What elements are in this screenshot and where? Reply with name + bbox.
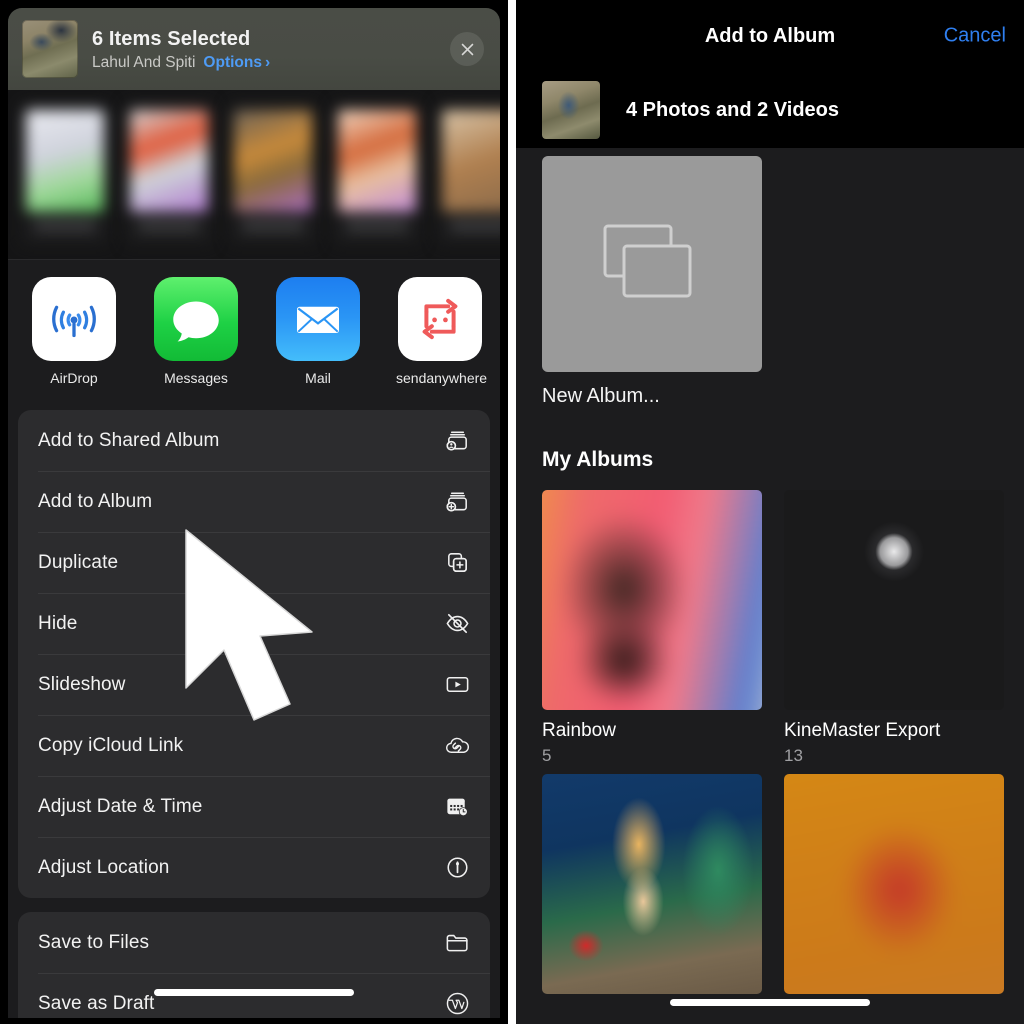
share-app-label: Messages bbox=[164, 369, 228, 386]
selected-photos-preview-strip[interactable] bbox=[8, 90, 500, 260]
panel-divider bbox=[508, 0, 516, 1024]
screenshot-root: 6 Items Selected Lahul And Spiti Options… bbox=[0, 0, 1024, 1024]
action-label: Copy iCloud Link bbox=[38, 734, 184, 756]
location-pin-icon bbox=[442, 853, 472, 883]
action-add-to-shared-album[interactable]: Add to Shared Album bbox=[18, 410, 490, 471]
action-label: Add to Shared Album bbox=[38, 429, 220, 451]
album-item-4[interactable] bbox=[784, 774, 1004, 994]
close-icon bbox=[461, 43, 473, 55]
action-label: Adjust Location bbox=[38, 856, 170, 878]
album-thumbnail bbox=[542, 774, 762, 994]
options-label: Options bbox=[203, 53, 262, 71]
action-label: Adjust Date & Time bbox=[38, 795, 203, 817]
share-sheet: 6 Items Selected Lahul And Spiti Options… bbox=[8, 8, 500, 1018]
action-save-to-files[interactable]: Save to Files bbox=[18, 912, 490, 973]
action-copy-icloud-link[interactable]: Copy iCloud Link bbox=[18, 715, 490, 776]
options-button[interactable]: Options › bbox=[203, 54, 270, 72]
action-label: Save to Files bbox=[38, 931, 150, 953]
share-sheet-subtitle-row: Lahul And Spiti Options › bbox=[92, 54, 450, 72]
action-adjust-date-time[interactable]: Adjust Date & Time bbox=[18, 776, 490, 837]
right-panel-add-to-album: Add to Album Cancel 4 Photos and 2 Video… bbox=[516, 0, 1024, 1024]
preview-thumbnail[interactable] bbox=[20, 101, 110, 246]
new-album-label: New Album... bbox=[542, 385, 660, 407]
left-panel-share-sheet: 6 Items Selected Lahul And Spiti Options… bbox=[0, 0, 508, 1024]
cancel-button[interactable]: Cancel bbox=[944, 25, 1006, 48]
airdrop-icon bbox=[32, 276, 116, 361]
selection-title: 6 Items Selected bbox=[92, 27, 251, 50]
share-app-label: sendanywhere bbox=[396, 369, 488, 386]
preview-thumbnail[interactable] bbox=[228, 101, 318, 246]
action-label: Hide bbox=[38, 612, 78, 634]
album-count: 5 bbox=[542, 746, 552, 765]
navigation-bar: Add to Album Cancel bbox=[516, 0, 1024, 72]
share-apps-row[interactable]: AirDrop Messages Mail sendanywhere bbox=[8, 260, 500, 402]
close-button[interactable] bbox=[450, 32, 484, 66]
wordpress-icon bbox=[442, 989, 472, 1019]
folder-icon bbox=[442, 928, 472, 958]
action-hide[interactable]: Hide bbox=[18, 593, 490, 654]
album-thumbnail bbox=[542, 490, 762, 710]
action-group-save: Save to Files Save as Draft bbox=[18, 912, 490, 1018]
hide-eye-slash-icon bbox=[442, 609, 472, 639]
chevron-right-icon: › bbox=[264, 53, 271, 71]
album-thumbnail bbox=[784, 490, 1004, 710]
action-label: Slideshow bbox=[38, 673, 126, 695]
shared-album-icon bbox=[442, 426, 472, 456]
album-name: KineMaster Export bbox=[784, 720, 941, 741]
page-title: Add to Album bbox=[704, 24, 836, 47]
new-album-button[interactable] bbox=[542, 156, 762, 372]
share-app-label: AirDrop bbox=[50, 369, 98, 386]
preview-thumbnail[interactable] bbox=[332, 101, 422, 246]
photo-thumbnail bbox=[22, 20, 78, 78]
action-label: Duplicate bbox=[38, 551, 119, 573]
action-group-photos: Add to Shared Album Add to Album Duplica… bbox=[18, 410, 490, 898]
share-sheet-titles: 6 Items Selected Lahul And Spiti Options… bbox=[92, 27, 450, 72]
album-name: Rainbow bbox=[542, 720, 616, 741]
share-app-label: Mail bbox=[305, 369, 331, 386]
action-add-to-album[interactable]: Add to Album bbox=[18, 471, 490, 532]
share-app-messages[interactable]: Messages bbox=[152, 276, 240, 386]
selection-summary-bar: 4 Photos and 2 Videos bbox=[516, 72, 1024, 148]
section-title-my-albums: My Albums bbox=[542, 448, 654, 471]
home-indicator bbox=[154, 989, 354, 996]
share-sheet-header: 6 Items Selected Lahul And Spiti Options… bbox=[8, 8, 500, 90]
action-label: Add to Album bbox=[38, 490, 153, 512]
share-app-mail[interactable]: Mail bbox=[274, 276, 362, 386]
share-app-sendanywhere[interactable]: sendanywhere bbox=[396, 276, 488, 386]
new-album-block: New Album... bbox=[542, 148, 1024, 408]
new-album-stack-icon bbox=[603, 224, 692, 298]
album-count: 13 bbox=[784, 746, 803, 765]
home-indicator bbox=[670, 999, 870, 1006]
album-item-3[interactable] bbox=[542, 774, 762, 994]
album-source-label: Lahul And Spiti bbox=[92, 53, 196, 71]
share-actions-list: Add to Shared Album Add to Album Duplica… bbox=[8, 402, 500, 1018]
album-grid: Rainbow 5 KineMaster Export 13 bbox=[542, 490, 1024, 994]
slideshow-play-icon bbox=[442, 670, 472, 700]
photo-thumbnail bbox=[542, 81, 600, 139]
mail-icon bbox=[276, 276, 360, 361]
add-to-album-icon bbox=[442, 487, 472, 517]
action-adjust-location[interactable]: Adjust Location bbox=[18, 837, 490, 898]
action-slideshow[interactable]: Slideshow bbox=[18, 654, 490, 715]
messages-icon bbox=[154, 276, 238, 361]
preview-thumbnail[interactable] bbox=[436, 101, 500, 246]
selection-summary-label: 4 Photos and 2 Videos bbox=[626, 98, 840, 121]
sendanywhere-icon bbox=[398, 276, 482, 361]
share-app-airdrop[interactable]: AirDrop bbox=[30, 276, 118, 386]
duplicate-icon bbox=[442, 548, 472, 578]
album-thumbnail bbox=[784, 774, 1004, 994]
preview-thumbnail[interactable] bbox=[124, 101, 214, 246]
albums-scroll-area[interactable]: New Album... My Albums Rainbow 5 KineMas… bbox=[516, 148, 1024, 1024]
album-item-rainbow[interactable]: Rainbow 5 bbox=[542, 490, 762, 766]
album-item-kinemaster-export[interactable]: KineMaster Export 13 bbox=[784, 490, 1004, 766]
icloud-link-icon bbox=[442, 731, 472, 761]
calendar-clock-icon bbox=[442, 792, 472, 822]
action-duplicate[interactable]: Duplicate bbox=[18, 532, 490, 593]
